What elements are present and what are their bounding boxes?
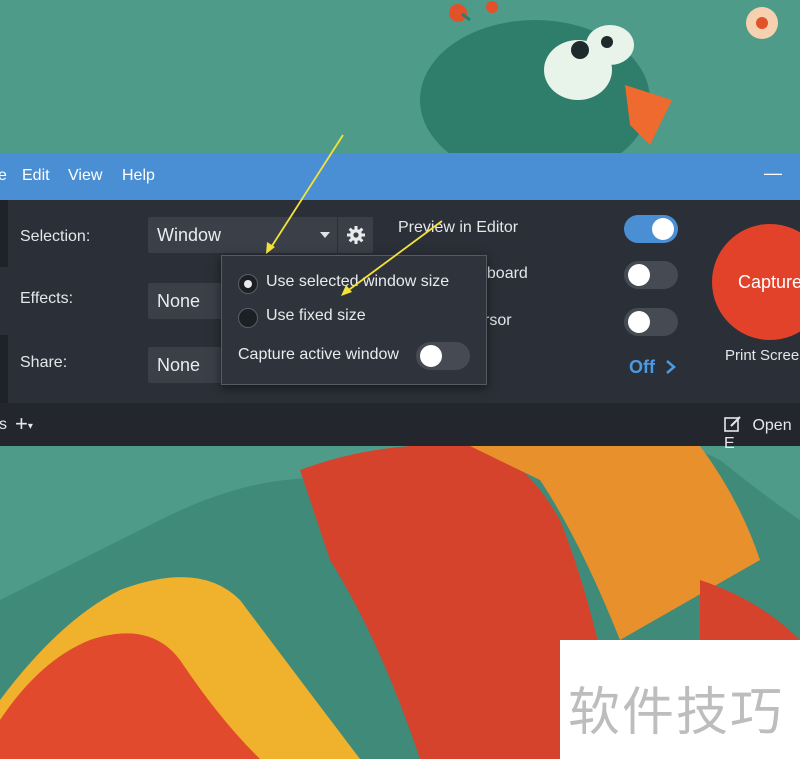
add-preset-button[interactable]: +▾ xyxy=(15,411,33,437)
selection-label: Selection: xyxy=(20,228,91,245)
share-value: None xyxy=(157,355,201,375)
menu-file[interactable]: e xyxy=(0,167,7,185)
copy-to-clipboard-toggle[interactable] xyxy=(624,261,678,289)
capture-hotkey-label: Print Scree xyxy=(725,347,800,364)
use-fixed-size-label: Use fixed size xyxy=(266,307,366,324)
watermark-text: 软件技巧 xyxy=(568,683,785,743)
capture-button-label: Capture xyxy=(738,272,800,292)
effects-value: None xyxy=(157,291,201,311)
toggle-knob xyxy=(628,264,650,286)
toggle-knob xyxy=(420,345,442,367)
time-delay-value: Off xyxy=(629,357,655,377)
share-label: Share: xyxy=(20,354,68,371)
presets-label: s xyxy=(0,416,7,433)
gear-icon xyxy=(347,226,365,244)
caret-down-icon: ▾ xyxy=(27,421,33,432)
capture-active-window-toggle[interactable] xyxy=(416,342,470,370)
capture-active-window-label: Capture active window xyxy=(238,346,399,363)
menu-help[interactable]: Help xyxy=(122,167,155,185)
menu-bar: e Edit View Help — xyxy=(0,153,800,200)
capture-cursor-label: rsor xyxy=(484,312,512,329)
toggle-knob xyxy=(628,311,650,333)
selection-settings-button[interactable] xyxy=(337,217,373,253)
selection-value: Window xyxy=(157,225,222,245)
time-delay-link[interactable]: Off xyxy=(629,357,678,378)
effects-dropdown[interactable]: None xyxy=(148,283,228,319)
effects-label: Effects: xyxy=(20,290,74,307)
selection-dropdown[interactable]: Window xyxy=(148,217,338,253)
preview-in-editor-toggle[interactable] xyxy=(624,215,678,243)
selection-row-strip xyxy=(0,200,8,267)
share-row-strip xyxy=(0,335,8,403)
watermark: 软件技巧 xyxy=(560,640,800,759)
plus-icon: + xyxy=(15,411,28,436)
presets-bar: s +▾ Open E xyxy=(0,403,800,452)
minimize-button[interactable]: — xyxy=(764,163,782,184)
use-selected-window-size-radio[interactable] xyxy=(238,274,258,294)
toggle-knob xyxy=(652,218,674,240)
capture-cursor-toggle[interactable] xyxy=(624,308,678,336)
preview-in-editor-label: Preview in Editor xyxy=(398,219,519,236)
use-selected-window-size-label: Use selected window size xyxy=(266,273,450,290)
menu-edit[interactable]: Edit xyxy=(22,167,50,185)
window-options-popup: Use selected window size Use fixed size … xyxy=(221,255,487,385)
menu-view[interactable]: View xyxy=(68,167,102,185)
use-fixed-size-radio[interactable] xyxy=(238,308,258,328)
open-editor-button[interactable]: Open E xyxy=(724,415,800,453)
chevron-down-icon xyxy=(320,232,330,238)
share-dropdown[interactable]: None xyxy=(148,347,228,383)
chevron-right-icon xyxy=(666,360,676,374)
edit-icon xyxy=(724,416,741,432)
